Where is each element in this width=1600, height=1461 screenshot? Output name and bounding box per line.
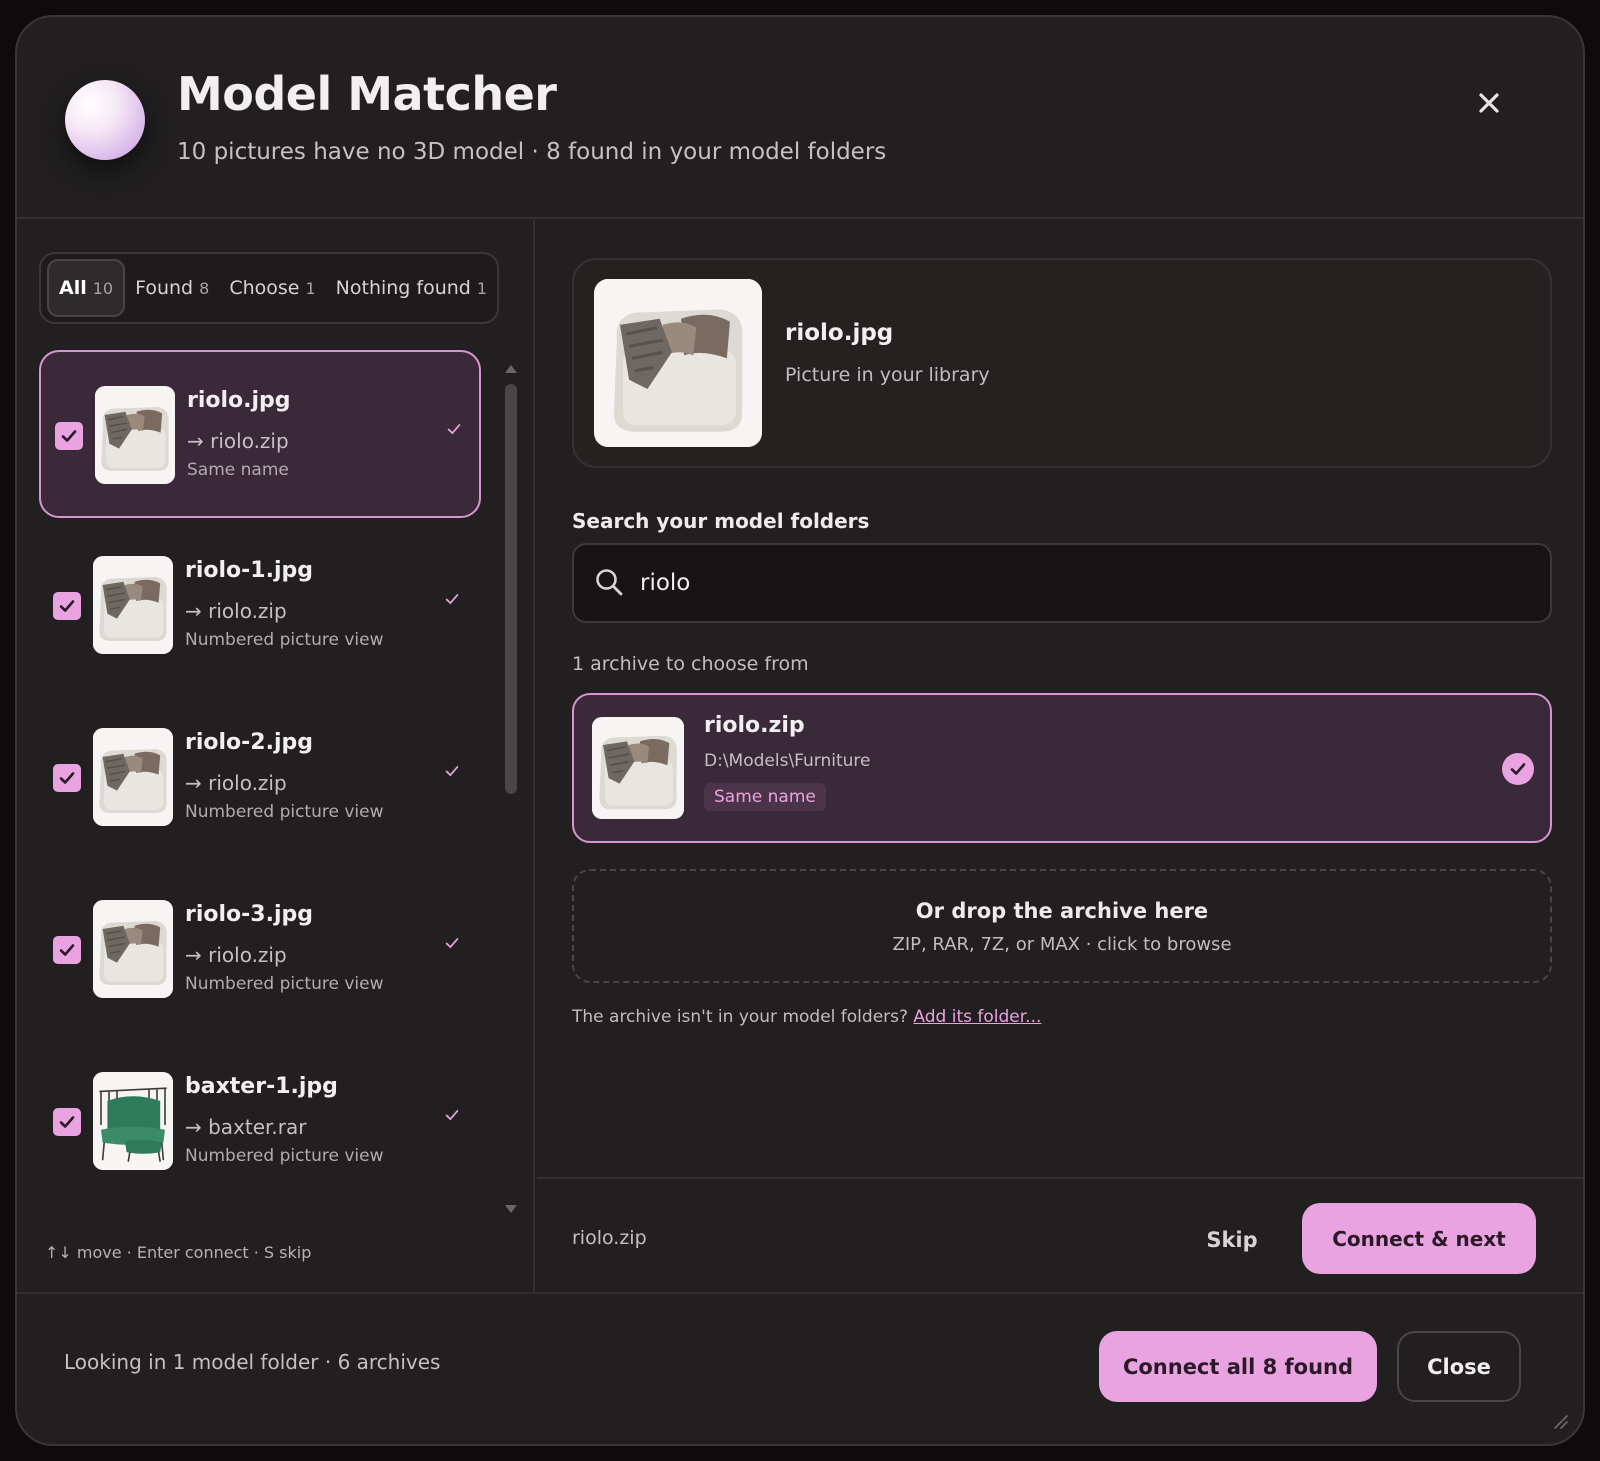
- dialog-header: Model Matcher 10 pictures have no 3D mod…: [17, 17, 1583, 219]
- list-item[interactable]: riolo.jpg → riolo.zip Same name: [39, 350, 481, 518]
- tab-count: 1: [305, 278, 316, 298]
- item-match-reason: Numbered picture view: [185, 630, 384, 650]
- item-name: riolo-2.jpg: [185, 730, 313, 755]
- list-item[interactable]: riolo-1.jpg → riolo.zip Numbered picture…: [39, 522, 481, 690]
- search-input[interactable]: [640, 561, 1520, 605]
- item-name: riolo-3.jpg: [185, 902, 313, 927]
- skip-button[interactable]: Skip: [1187, 1207, 1277, 1273]
- tab-label: All: [59, 277, 87, 299]
- item-name: baxter-1.jpg: [185, 1074, 338, 1099]
- tab-count: 1: [476, 278, 488, 298]
- item-archive: → riolo.zip: [185, 943, 287, 967]
- matched-check-icon: [443, 934, 461, 956]
- archive-name: riolo.zip: [704, 713, 805, 738]
- list-item[interactable]: riolo-3.jpg → riolo.zip Numbered picture…: [39, 866, 481, 1034]
- item-archive: → riolo.zip: [185, 599, 287, 623]
- dialog-footer: Looking in 1 model folder · 6 archives C…: [17, 1292, 1583, 1444]
- item-name: riolo.jpg: [187, 388, 291, 413]
- match-detail-pane: riolo.jpg Picture in your library Search…: [537, 219, 1583, 1292]
- armchair-thumbnail: [93, 556, 173, 654]
- results-count: 1 archive to choose from: [572, 653, 809, 675]
- archive-drop-zone[interactable]: Or drop the archive here ZIP, RAR, 7Z, o…: [572, 869, 1552, 983]
- archive-result-card[interactable]: riolo.zip D:\Models\Furniture Same name: [572, 693, 1552, 843]
- archive-path: D:\Models\Furniture: [704, 751, 871, 771]
- dialog-title: Model Matcher: [177, 67, 557, 121]
- drop-zone-subtitle: ZIP, RAR, 7Z, or MAX · click to browse: [892, 934, 1232, 955]
- armchair-thumbnail: [594, 279, 762, 447]
- matched-check-icon: [443, 590, 461, 612]
- picture-card: riolo.jpg Picture in your library: [572, 258, 1552, 468]
- item-archive: → riolo.zip: [187, 429, 289, 453]
- item-archive: → baxter.rar: [185, 1115, 307, 1139]
- matched-check-icon: [445, 420, 463, 442]
- app-orb-icon: [65, 80, 145, 160]
- picture-subtitle: Picture in your library: [785, 364, 990, 386]
- item-match-reason: Numbered picture view: [185, 1146, 384, 1166]
- search-box[interactable]: [572, 543, 1552, 623]
- tab-all[interactable]: All 10: [47, 259, 126, 317]
- close-icon[interactable]: [1467, 81, 1511, 125]
- tab-found[interactable]: Found 8: [125, 259, 219, 317]
- item-name: riolo-1.jpg: [185, 558, 313, 583]
- picture-name: riolo.jpg: [785, 320, 894, 346]
- tab-choose[interactable]: Choose 1: [219, 259, 325, 317]
- connect-all-button[interactable]: Connect all 8 found: [1099, 1331, 1377, 1402]
- dialog-subtitle: 10 pictures have no 3D model · 8 found i…: [177, 139, 887, 165]
- match-action-bar: riolo.zip Skip Connect & next: [537, 1177, 1583, 1292]
- item-archive: → riolo.zip: [185, 771, 287, 795]
- item-match-reason: Numbered picture view: [185, 974, 384, 994]
- missing-folder-text: The archive isn't in your model folders?: [572, 1007, 909, 1027]
- search-icon: [594, 567, 624, 601]
- item-checkbox[interactable]: [55, 422, 83, 450]
- tab-label: Choose: [229, 277, 300, 299]
- armchair-thumbnail: [592, 717, 684, 819]
- list-item[interactable]: baxter-1.jpg → baxter.rar Numbered pictu…: [39, 1038, 481, 1190]
- picture-list-pane: All 10 Found 8 Choose 1 Nothing found 1 …: [17, 219, 535, 1292]
- folder-status: Looking in 1 model folder · 6 archives: [64, 1350, 441, 1374]
- list-scrollbar[interactable]: [505, 384, 517, 794]
- tab-count: 10: [92, 278, 114, 298]
- item-checkbox[interactable]: [53, 1108, 81, 1136]
- match-reason-badge: Same name: [704, 783, 826, 811]
- armchair-thumbnail: [95, 386, 175, 484]
- green-chair-thumbnail: [93, 1072, 173, 1170]
- close-button[interactable]: Close: [1397, 1331, 1521, 1402]
- scroll-up-arrow-icon[interactable]: [505, 365, 517, 373]
- armchair-thumbnail: [93, 728, 173, 826]
- tab-label: Found: [135, 277, 194, 299]
- filter-tabs: All 10 Found 8 Choose 1 Nothing found 1: [39, 252, 499, 324]
- armchair-thumbnail: [93, 900, 173, 998]
- tab-nothing-found[interactable]: Nothing found 1: [326, 259, 497, 317]
- resize-grip-icon[interactable]: [1551, 1412, 1569, 1434]
- item-match-reason: Numbered picture view: [185, 802, 384, 822]
- matched-check-icon: [443, 1106, 461, 1128]
- matched-check-icon: [443, 762, 461, 784]
- add-folder-link[interactable]: Add its folder...: [913, 1007, 1041, 1027]
- item-checkbox[interactable]: [53, 592, 81, 620]
- tab-label: Nothing found: [335, 277, 471, 299]
- scroll-down-arrow-icon[interactable]: [505, 1205, 517, 1213]
- tab-count: 8: [199, 278, 210, 298]
- keyboard-hint: ↑↓ move · Enter connect · S skip: [45, 1243, 312, 1262]
- item-match-reason: Same name: [187, 460, 289, 480]
- selected-archive-label: riolo.zip: [572, 1227, 647, 1249]
- drop-zone-title: Or drop the archive here: [915, 899, 1209, 923]
- item-checkbox[interactable]: [53, 764, 81, 792]
- missing-folder-note: The archive isn't in your model folders?…: [572, 1007, 1041, 1027]
- model-matcher-dialog: Model Matcher 10 pictures have no 3D mod…: [15, 15, 1585, 1446]
- list-item[interactable]: riolo-2.jpg → riolo.zip Numbered picture…: [39, 694, 481, 862]
- search-label: Search your model folders: [572, 509, 870, 533]
- selected-check-icon: [1502, 753, 1534, 785]
- item-checkbox[interactable]: [53, 936, 81, 964]
- picture-list: riolo.jpg → riolo.zip Same name riolo-1.…: [39, 350, 481, 1190]
- connect-next-button[interactable]: Connect & next: [1302, 1203, 1536, 1274]
